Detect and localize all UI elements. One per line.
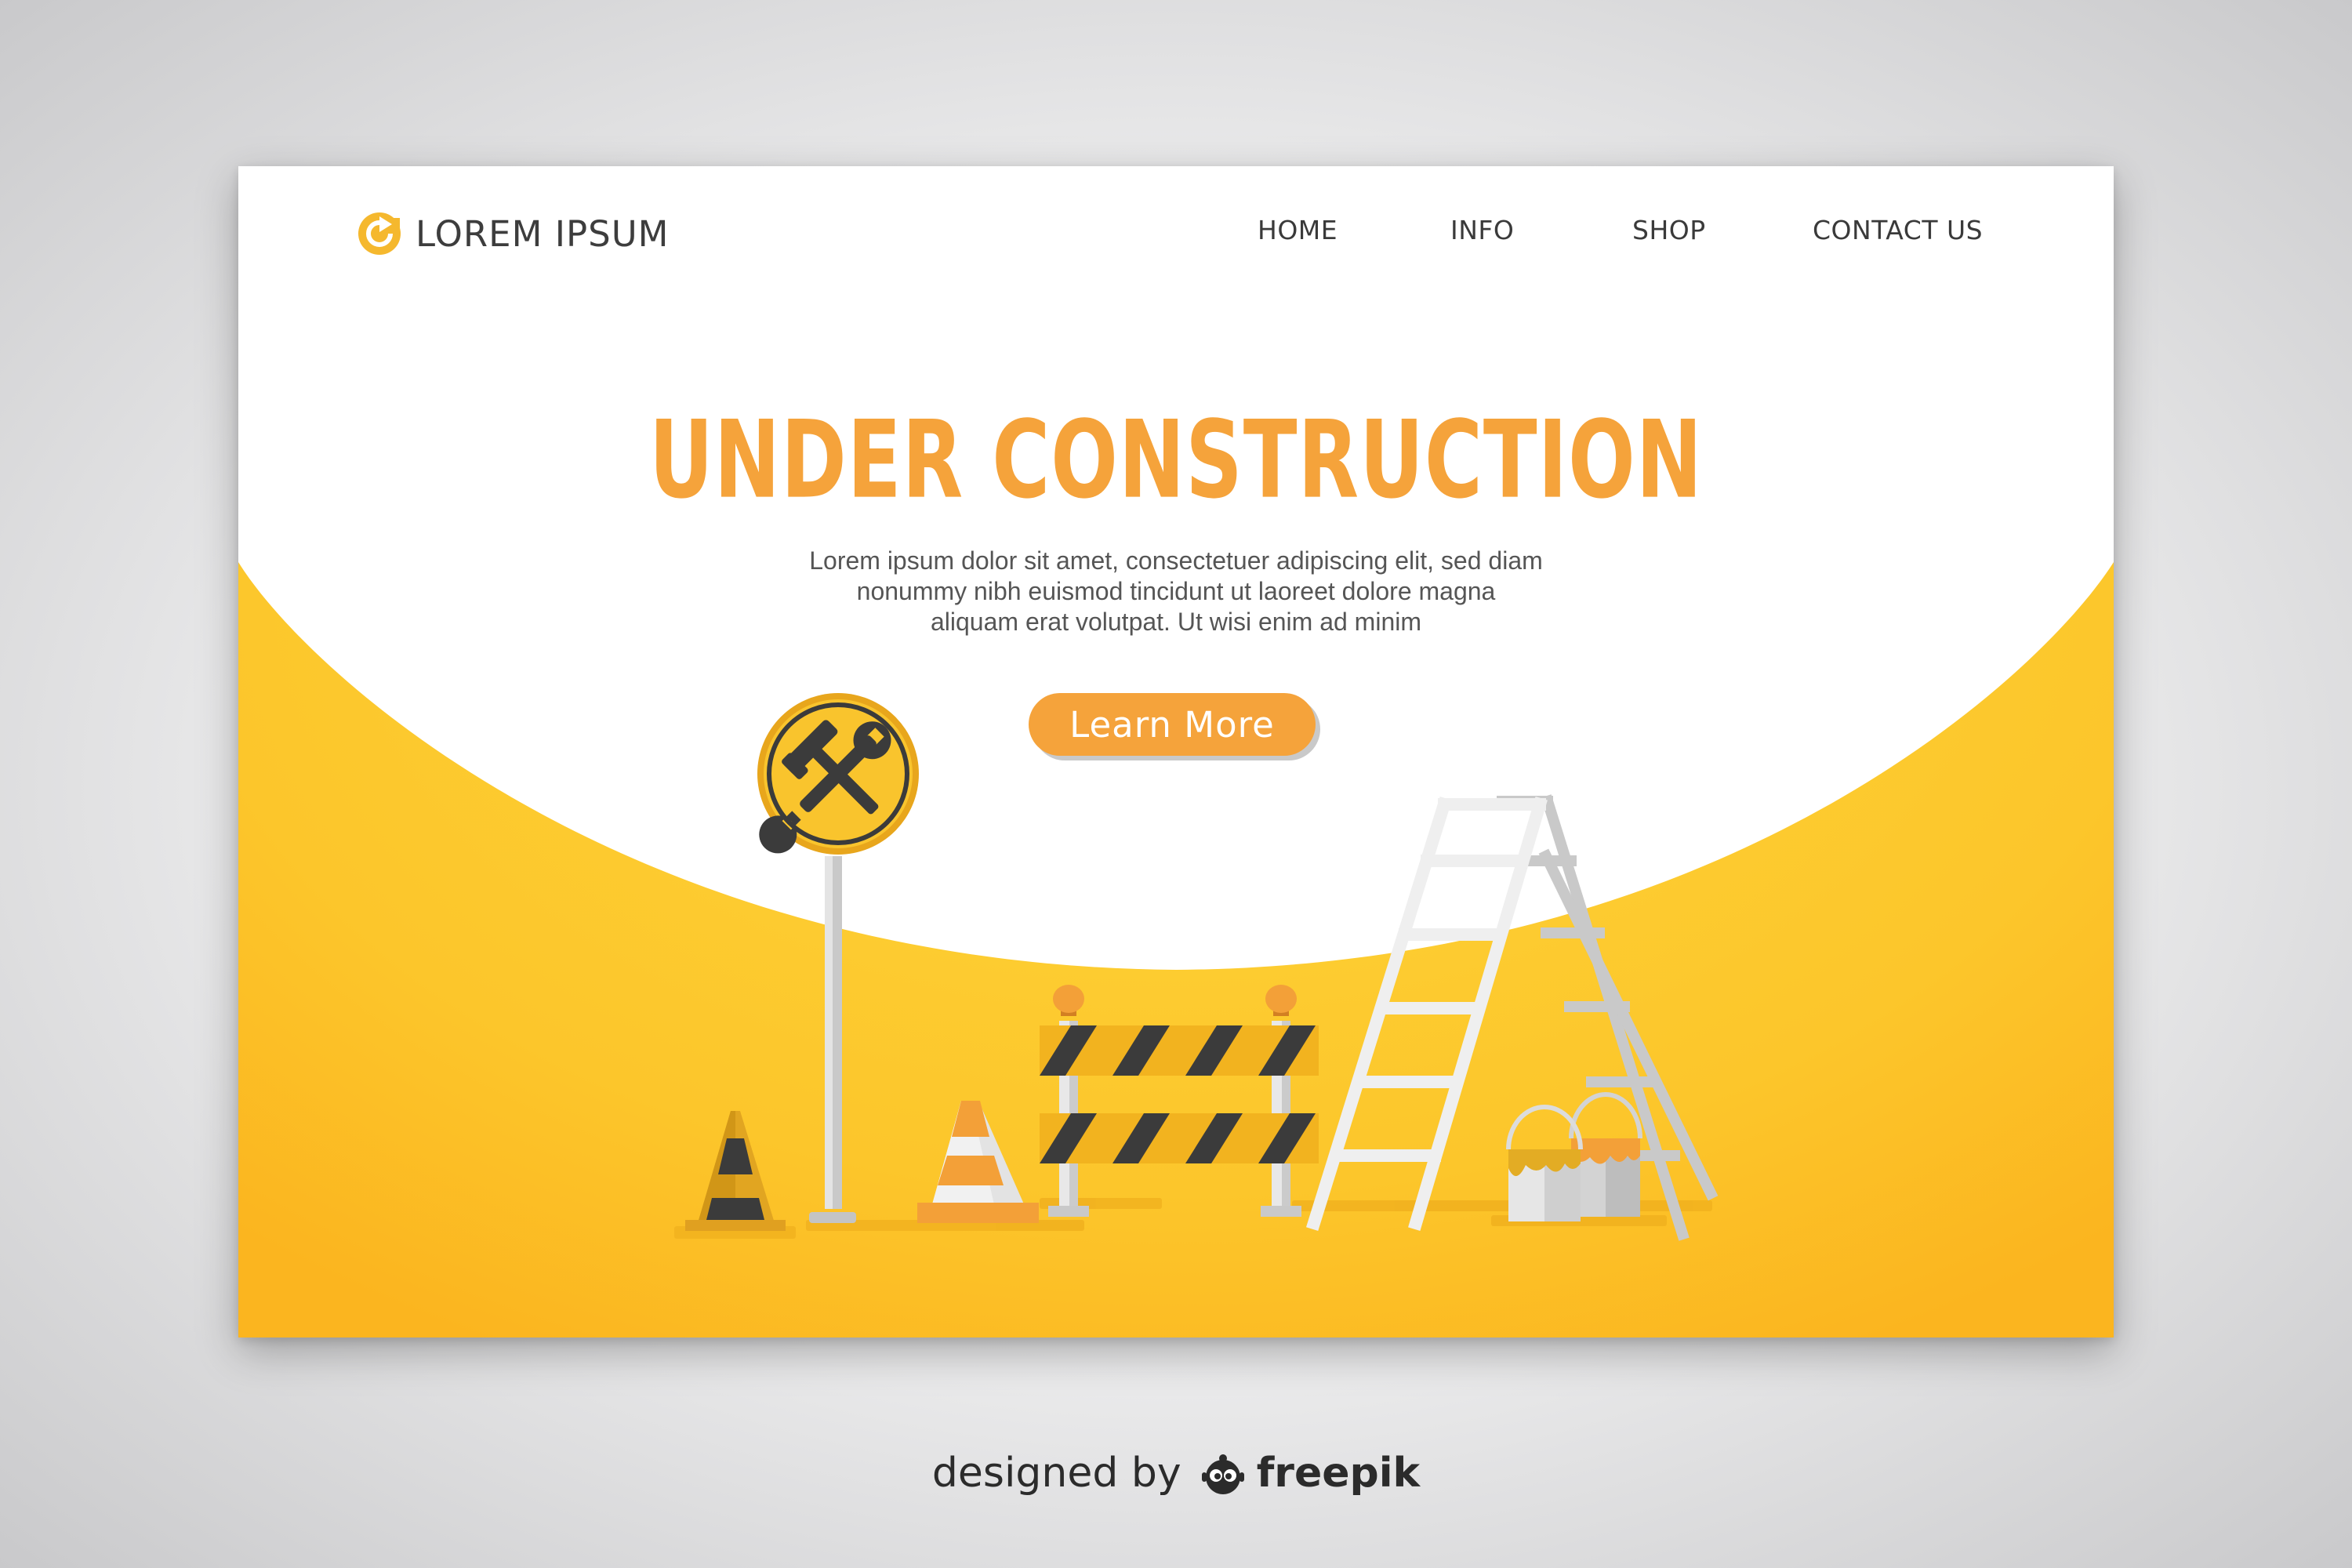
hero-description: Lorem ipsum dolor sit amet, consectetuer… bbox=[768, 546, 1584, 637]
page-title: UNDER CONSTRUCTION bbox=[648, 398, 1704, 523]
hero-description-line: aliquam erat volutpat. Ut wisi enim ad m… bbox=[930, 608, 1421, 636]
credit-brand: freepik bbox=[1256, 1450, 1421, 1497]
barrier-plank-bottom bbox=[1040, 1113, 1319, 1163]
nav-info[interactable]: INFO bbox=[1450, 215, 1514, 245]
hero-description-line: Lorem ipsum dolor sit amet, consectetuer… bbox=[809, 546, 1543, 575]
nav-shop[interactable]: SHOP bbox=[1632, 215, 1706, 245]
designer-credit: designed by freepik bbox=[0, 1449, 2352, 1497]
main-nav: HOME INFO SHOP CONTACT US bbox=[238, 215, 2114, 254]
landing-page: LOREM IPSUM HOME INFO SHOP CONTACT US UN… bbox=[238, 166, 2114, 1338]
barrier-plank-top bbox=[1040, 1025, 1319, 1076]
freepik-mascot-icon bbox=[1201, 1454, 1244, 1494]
credit-prefix: designed by bbox=[931, 1450, 1181, 1497]
learn-more-button[interactable]: Learn More bbox=[1029, 693, 1316, 756]
nav-home[interactable]: HOME bbox=[1258, 215, 1338, 245]
nav-contact-us[interactable]: CONTACT US bbox=[1813, 215, 1983, 245]
hero-description-line: nonummy nibh euismod tincidunt ut laoree… bbox=[856, 577, 1496, 605]
